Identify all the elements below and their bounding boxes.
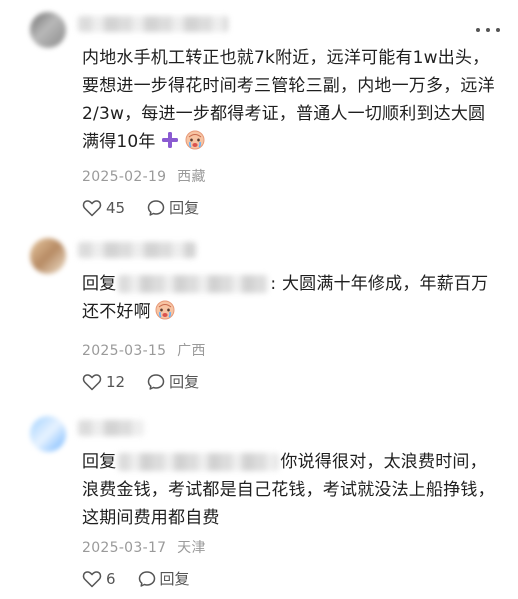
more-dot-icon	[496, 28, 500, 32]
username-redacted[interactable]	[78, 420, 144, 436]
replied-username-redacted[interactable]	[118, 275, 269, 293]
speech-bubble-icon	[138, 570, 155, 587]
avatar[interactable]	[30, 238, 66, 274]
comment-text: 回复: 大圆满十年修成，年薪百万还不好啊	[82, 270, 500, 326]
more-dot-icon	[476, 28, 480, 32]
comment-body: 内地水手机工转正也就7k附近，远洋可能有1w出头，要想进一步得花时间考三管轮三副…	[82, 48, 495, 152]
speech-bubble-icon	[147, 199, 165, 216]
comment-meta: 2025-02-19 西藏	[82, 166, 206, 186]
comment-date: 2025-02-19	[82, 169, 167, 185]
comment-date: 2025-03-15	[82, 343, 167, 359]
comment-meta: 2025-03-15 广西	[82, 340, 206, 360]
like-button[interactable]: 45	[82, 199, 125, 217]
comment-item: 回复 你说得很对，太浪费时间，浪费金钱，考试都是自己花钱，考试就没法上船挣钱，这期…	[0, 404, 518, 599]
username-redacted[interactable]	[78, 242, 196, 258]
replied-username-redacted[interactable]	[118, 453, 279, 471]
comment-date: 2025-03-17	[82, 540, 167, 556]
comment-location: 广西	[177, 343, 206, 359]
comment-text: 内地水手机工转正也就7k附近，远洋可能有1w出头，要想进一步得花时间考三管轮三副…	[82, 44, 500, 156]
more-options-button[interactable]	[476, 22, 500, 38]
reply-button[interactable]: 回复	[138, 568, 190, 589]
heart-outline-icon	[82, 570, 102, 587]
comment-meta: 2025-03-17 天津	[82, 537, 206, 557]
reply-label: 回复	[159, 570, 190, 588]
like-count: 6	[106, 569, 116, 588]
purple-plus-emoji-icon	[161, 132, 178, 148]
like-count: 45	[106, 198, 126, 217]
comment-location: 天津	[177, 540, 206, 556]
crying-face-emoji-icon	[155, 300, 175, 320]
avatar[interactable]	[30, 416, 66, 452]
avatar[interactable]	[30, 12, 66, 48]
more-dot-icon	[486, 28, 490, 32]
comment-item: 回复: 大圆满十年修成，年薪百万还不好啊 2025-03-15 广西 12 回复	[0, 226, 518, 404]
reply-prefix: 回复	[82, 274, 117, 294]
username-redacted[interactable]	[78, 16, 228, 32]
comment-actions: 45 回复	[82, 197, 199, 218]
reply-prefix: 回复	[82, 452, 117, 472]
reply-button[interactable]: 回复	[147, 197, 199, 218]
comment-location: 西藏	[177, 169, 206, 185]
reply-label: 回复	[169, 373, 200, 391]
speech-bubble-icon	[147, 373, 165, 390]
comment-text: 回复 你说得很对，太浪费时间，浪费金钱，考试都是自己花钱，考试就没法上船挣钱，这期…	[82, 448, 500, 532]
like-count: 12	[106, 372, 126, 391]
comment-item: 内地水手机工转正也就7k附近，远洋可能有1w出头，要想进一步得花时间考三管轮三副…	[0, 0, 518, 226]
reply-label: 回复	[169, 199, 200, 217]
reply-button[interactable]: 回复	[147, 371, 199, 392]
comment-actions: 6 回复	[82, 568, 190, 589]
comment-actions: 12 回复	[82, 371, 199, 392]
heart-outline-icon	[82, 199, 102, 216]
like-button[interactable]: 12	[82, 373, 125, 391]
like-button[interactable]: 6	[82, 570, 116, 588]
heart-outline-icon	[82, 373, 102, 390]
crying-face-emoji-icon	[185, 130, 205, 150]
